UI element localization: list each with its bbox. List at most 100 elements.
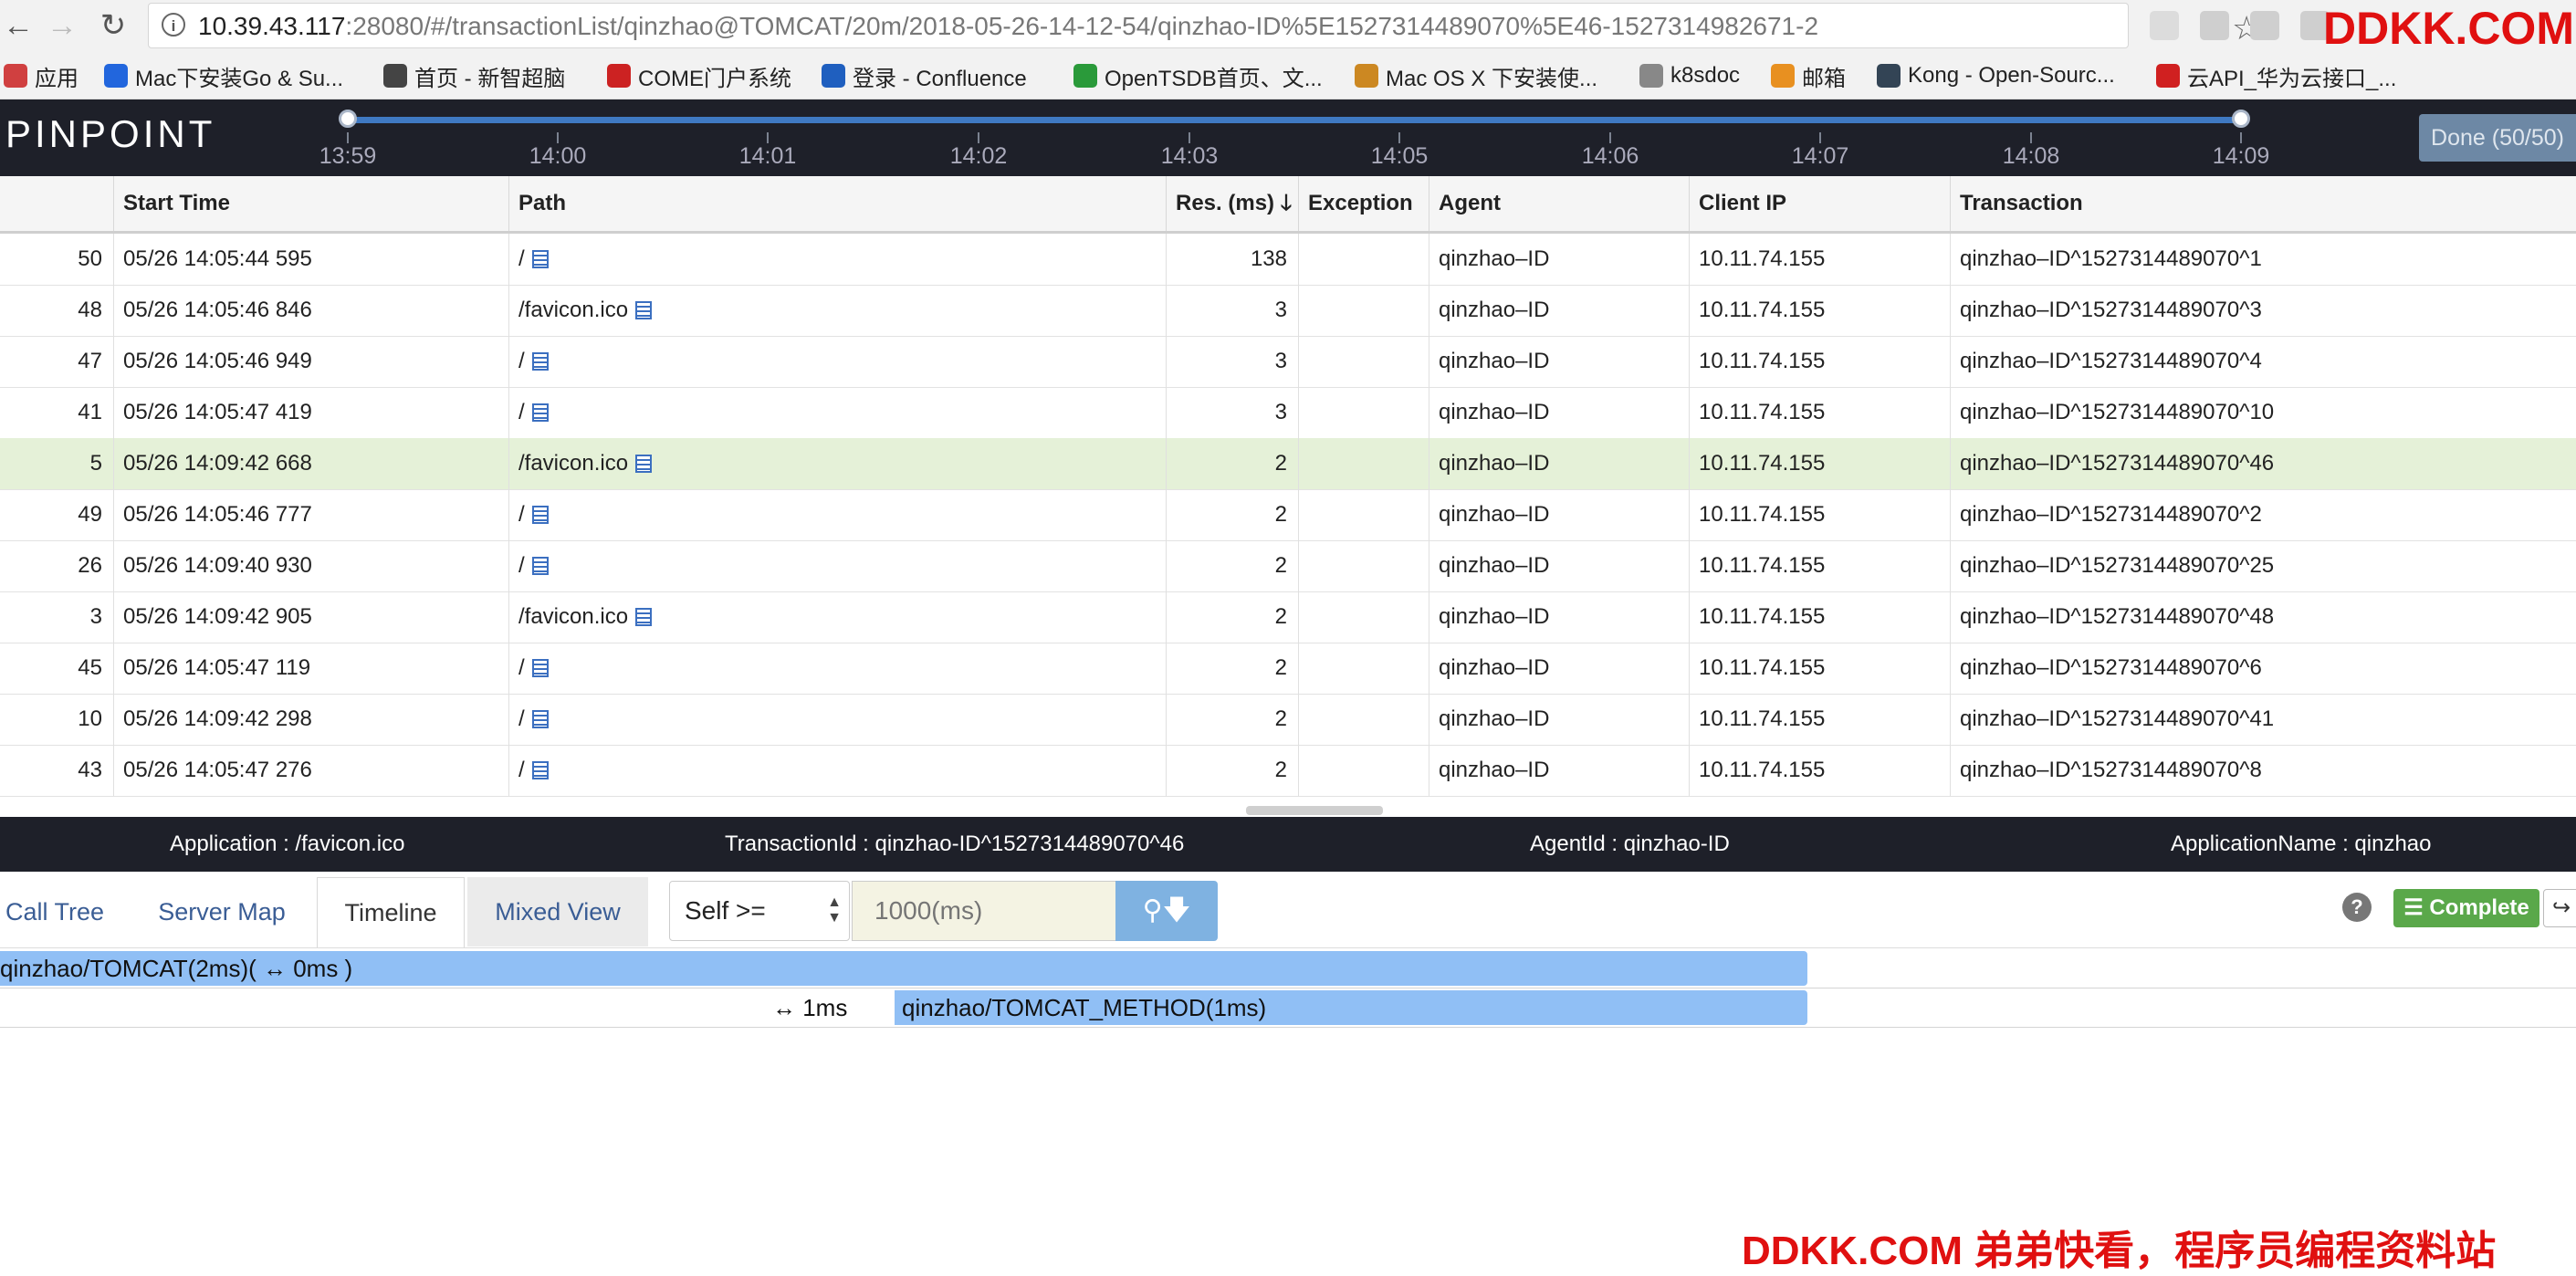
bookmark-item[interactable]: 应用 xyxy=(4,62,79,91)
url-text[interactable]: 10.39.43.117:28080/#/transactionList/qin… xyxy=(198,12,1818,41)
table-row[interactable]: 10 05/26 14:09:42 298 / 2 qinzhao–ID 10.11.74… xyxy=(0,694,2576,746)
table-row[interactable]: 49 05/26 14:05:46 777 / 2 qinzhao–ID 10.11.74… xyxy=(0,489,2576,541)
transaction-table-header: Start Time Path Res. (ms) 🡓 Exception Ag… xyxy=(0,176,2576,234)
slider-handle-end[interactable] xyxy=(2232,110,2250,128)
list-detail-icon[interactable] xyxy=(531,403,549,422)
cell-client-ip: 10.11.74.155 xyxy=(1689,694,1950,745)
export-icon[interactable]: ↪ xyxy=(2543,889,2576,927)
tab-timeline[interactable]: Timeline xyxy=(317,877,465,947)
bookmark-item[interactable]: Kong - Open-Sourc... xyxy=(1877,62,2115,89)
cell-client-ip: 10.11.74.155 xyxy=(1689,387,1950,438)
list-detail-icon[interactable] xyxy=(531,352,549,371)
self-filter-value: Self >= xyxy=(685,896,766,925)
bookmark-item[interactable]: 首页 - 新智超脑 xyxy=(383,62,565,91)
cell-path: /favicon.ico xyxy=(508,438,1166,489)
list-detail-icon[interactable] xyxy=(531,761,549,779)
cell-start-time: 05/26 14:09:42 905 xyxy=(113,591,508,643)
cell-index: 3 xyxy=(89,604,102,629)
self-filter-select[interactable]: Self >= ▲ ▼ xyxy=(669,881,850,941)
cell-start-time: 05/26 14:05:46 777 xyxy=(113,489,508,540)
table-row[interactable]: 47 05/26 14:05:46 949 / 3 qinzhao–ID 10.11.74… xyxy=(0,336,2576,388)
column-header-index[interactable] xyxy=(0,176,113,231)
bookmark-item[interactable]: k8sdoc xyxy=(1639,62,1740,89)
path-text[interactable]: / xyxy=(518,758,525,782)
list-detail-icon[interactable] xyxy=(635,455,653,473)
column-header-exception[interactable]: Exception xyxy=(1298,176,1429,231)
bookmark-item[interactable]: OpenTSDB首页、文... xyxy=(1073,62,1323,91)
list-detail-icon[interactable] xyxy=(531,506,549,524)
back-arrow-icon[interactable]: ← xyxy=(0,7,37,44)
column-header-transaction[interactable]: Transaction xyxy=(1950,176,2576,231)
column-header-path[interactable]: Path xyxy=(508,176,1166,231)
cell-path: / xyxy=(508,694,1166,745)
timeline-tick xyxy=(1398,132,1400,143)
table-row[interactable]: 50 05/26 14:05:44 595 / 138 qinzhao–ID 10.11.… xyxy=(0,234,2576,286)
forward-arrow-icon[interactable]: → xyxy=(44,7,80,44)
bookmark-label: 云API_华为云接口_... xyxy=(2187,66,2397,91)
time-range-slider[interactable] xyxy=(348,117,2242,123)
done-progress-button[interactable]: Done (50/50) xyxy=(2419,114,2576,162)
bookmark-label: OpenTSDB首页、文... xyxy=(1105,66,1323,91)
address-bar[interactable]: i 10.39.43.117:28080/#/transactionList/q… xyxy=(148,3,2261,48)
bookmark-item[interactable]: Mac OS X 下安装使... xyxy=(1355,62,1597,91)
bookmark-item[interactable]: Mac下安装Go & Su... xyxy=(104,62,343,91)
path-text[interactable]: / xyxy=(518,400,525,424)
table-row[interactable]: 43 05/26 14:05:47 276 / 2 qinzhao–ID 10.11.74… xyxy=(0,745,2576,797)
threshold-ms-input[interactable] xyxy=(852,881,1116,941)
cell-index: 50 xyxy=(78,246,102,271)
slider-handle-start[interactable] xyxy=(339,110,357,128)
bookmark-item[interactable]: 云API_华为云接口_... xyxy=(2156,62,2397,91)
cell-res-ms: 2 xyxy=(1166,489,1298,540)
path-text[interactable]: / xyxy=(518,502,525,527)
timeline-tick-label: 14:02 xyxy=(949,143,1008,169)
table-row[interactable]: 26 05/26 14:09:40 930 / 2 qinzhao–ID 10.11.74… xyxy=(0,540,2576,592)
bookmark-item[interactable]: 登录 - Confluence xyxy=(822,62,1027,91)
extension-plane-icon[interactable] xyxy=(2150,11,2179,40)
list-detail-icon[interactable] xyxy=(531,250,549,268)
table-row[interactable]: 3 05/26 14:09:42 905/favicon.ico 2 qinzhao–… xyxy=(0,591,2576,643)
come-logo-icon xyxy=(607,64,631,88)
column-header-client-ip[interactable]: Client IP xyxy=(1689,176,1950,231)
column-header-agent[interactable]: Agent xyxy=(1429,176,1689,231)
cell-path: / xyxy=(508,489,1166,540)
cell-client-ip: 10.11.74.155 xyxy=(1689,438,1950,489)
pinpoint-logo[interactable]: PINPOINT xyxy=(5,112,215,156)
cell-transaction: qinzhao–ID^1527314489070^2 xyxy=(1950,489,2576,540)
confluence-x-icon xyxy=(822,64,845,88)
path-text[interactable]: / xyxy=(518,655,525,680)
list-detail-icon[interactable] xyxy=(635,608,653,626)
extension-rss-icon[interactable] xyxy=(2250,11,2279,40)
cell-transaction: qinzhao–ID^1527314489070^48 xyxy=(1950,591,2576,643)
path-text[interactable]: / xyxy=(518,553,525,578)
tab-call-tree[interactable]: Call Tree xyxy=(0,877,110,947)
tab-server-map[interactable]: Server Map xyxy=(137,877,307,947)
reload-icon[interactable]: ↻ xyxy=(95,7,131,44)
extension-gear-icon[interactable] xyxy=(2200,11,2229,40)
cell-agent: qinzhao–ID xyxy=(1429,591,1689,643)
help-icon[interactable]: ? xyxy=(2342,893,2372,922)
path-text[interactable]: / xyxy=(518,246,525,271)
table-row[interactable]: 48 05/26 14:05:46 846/favicon.ico 3 qinzhao… xyxy=(0,285,2576,337)
path-text[interactable]: / xyxy=(518,706,525,731)
table-row[interactable]: 45 05/26 14:05:47 119 / 2 qinzhao–ID 10.11.74… xyxy=(0,643,2576,695)
search-down-button[interactable]: ⚲🡇 xyxy=(1115,881,1218,941)
column-header-res[interactable]: Res. (ms) 🡓 xyxy=(1166,176,1298,231)
list-detail-icon[interactable] xyxy=(531,659,549,677)
url-host: 10.39.43.117 xyxy=(198,12,346,40)
bookmark-item[interactable]: 邮箱 xyxy=(1771,62,1846,91)
table-row[interactable]: 5 05/26 14:09:42 668/favicon.ico 2 qinzhao–… xyxy=(0,438,2576,490)
table-row[interactable]: 41 05/26 14:05:47 419 / 3 qinzhao–ID 10.11.74… xyxy=(0,387,2576,439)
horizontal-scrollbar[interactable] xyxy=(1246,806,1383,815)
path-text[interactable]: /favicon.ico xyxy=(518,451,628,476)
list-detail-icon[interactable] xyxy=(635,301,653,319)
path-text[interactable]: /favicon.ico xyxy=(518,298,628,322)
tab-mixed-view[interactable]: Mixed View xyxy=(467,877,648,947)
site-info-icon[interactable]: i xyxy=(162,13,185,37)
complete-button[interactable]: ☰ Complete xyxy=(2393,889,2539,927)
bookmark-item[interactable]: COME门户系统 xyxy=(607,62,791,91)
column-header-start-time[interactable]: Start Time xyxy=(113,176,508,231)
path-text[interactable]: / xyxy=(518,349,525,373)
path-text[interactable]: /favicon.ico xyxy=(518,604,628,629)
list-detail-icon[interactable] xyxy=(531,557,549,575)
list-detail-icon[interactable] xyxy=(531,710,549,728)
